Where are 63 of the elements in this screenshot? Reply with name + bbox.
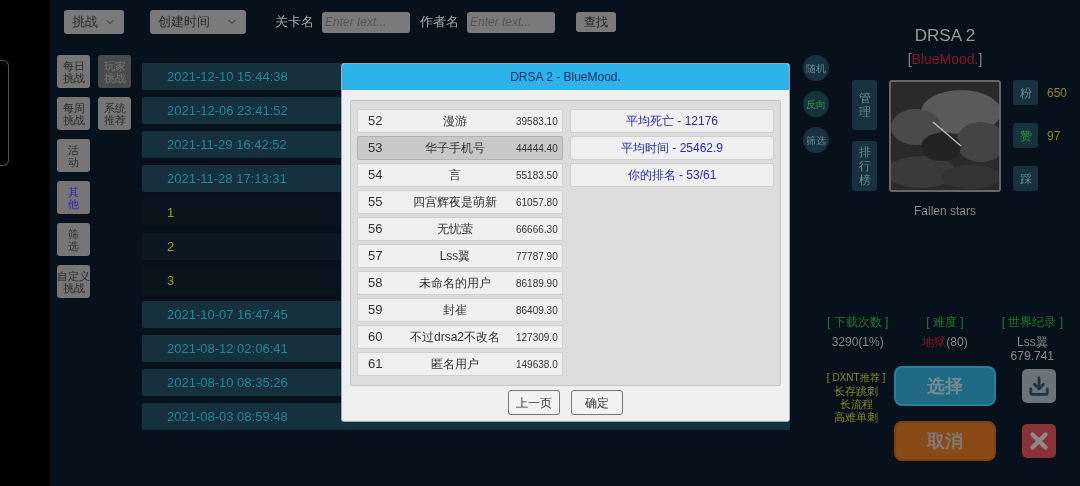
row-number: 3 <box>167 271 175 290</box>
date-text: 2021-08-10 08:35:26 <box>167 373 288 392</box>
rank-number: 55 <box>367 193 384 212</box>
stat-value: 679.741 <box>1010 349 1054 363</box>
level-name: Fallen stars <box>914 203 976 220</box>
stat-value: Lss翼 <box>1016 335 1048 349</box>
player-score: 55183.50 <box>516 168 559 183</box>
player-name: Lss翼 <box>438 248 472 265</box>
player-score: 77787.90 <box>516 249 559 264</box>
player-name: 封崔 <box>442 302 468 319</box>
player-name: 匿名用户 <box>430 356 480 373</box>
rank-number: 54 <box>367 166 384 185</box>
rank-number: 53 <box>367 139 384 158</box>
player-score: 86189.90 <box>516 276 559 291</box>
date-text: 2021-08-03 08:59:48 <box>167 407 288 426</box>
player-score: 86409.30 <box>516 303 559 318</box>
recommend-tag: 长流程 <box>839 398 873 411</box>
stat-value: 地狱(80) <box>922 335 968 349</box>
player-score: 149638.0 <box>516 357 559 372</box>
recommend-tag: 长存跳刺 <box>834 385 878 398</box>
stat-heading: [ 下载次数 ] <box>827 315 889 330</box>
rank-number: 57 <box>367 247 384 266</box>
player-name: 言 <box>448 167 462 184</box>
player-score: 44444.40 <box>516 141 559 156</box>
date-text: 2021-08-12 02:06:41 <box>167 339 288 358</box>
author-name: [BlueMood.] <box>907 50 983 68</box>
summary-text: 平均死亡 - 12176 <box>625 113 718 130</box>
rank-number: 58 <box>367 274 384 293</box>
rank-number: 56 <box>367 220 384 239</box>
date-text: 2021-12-06 23:41:52 <box>167 101 288 120</box>
player-score: 61057.80 <box>516 195 559 210</box>
recommend-heading: [ DXNT推荐 ] <box>826 371 886 385</box>
player-name: 华子手机号 <box>424 140 486 157</box>
row-number: 2 <box>167 237 175 256</box>
reaction-count: 650 <box>1047 84 1068 102</box>
stat-heading: [ 难度 ] <box>926 315 964 330</box>
summary-text: 平均时间 - 25462.9 <box>620 140 723 157</box>
rank-number: 52 <box>367 112 384 131</box>
row-number: 1 <box>167 203 175 222</box>
author-name-label: 作者名 <box>420 13 459 32</box>
reaction-count: 97 <box>1047 127 1061 145</box>
stat-value: 3290(1%) <box>831 335 884 349</box>
rank-number: 59 <box>367 301 384 320</box>
level-name-label: 关卡名 <box>275 13 314 32</box>
level-title: DRSA 2 <box>914 26 976 46</box>
player-name: 四宫辉夜是萌新 <box>412 194 498 211</box>
dialog-title: DRSA 2 - BlueMood. <box>510 69 621 86</box>
recommend-tag: 高难单刺 <box>834 411 878 424</box>
date-text: 2021-10-07 16:47:45 <box>167 305 288 324</box>
player-score: 66666.30 <box>516 222 559 237</box>
stat-heading: [ 世界纪录 ] <box>1001 315 1063 330</box>
summary-text: 你的排名 - 53/61 <box>627 167 717 184</box>
player-name: 无忧萤 <box>436 221 474 238</box>
player-name: 未命名的用户 <box>418 275 492 292</box>
rank-number: 60 <box>367 328 384 347</box>
date-text: 2021-11-29 16:42:52 <box>167 135 287 154</box>
player-name: 不过drsa2不改名 <box>409 329 501 346</box>
date-text: 2021-11-28 17:13:31 <box>167 169 287 188</box>
player-score: 39583.10 <box>516 114 559 129</box>
player-score: 127309.0 <box>516 330 559 345</box>
rank-number: 61 <box>367 355 384 374</box>
date-text: 2021-12-10 15:44:38 <box>167 67 288 86</box>
player-name: 漫游 <box>442 113 468 130</box>
